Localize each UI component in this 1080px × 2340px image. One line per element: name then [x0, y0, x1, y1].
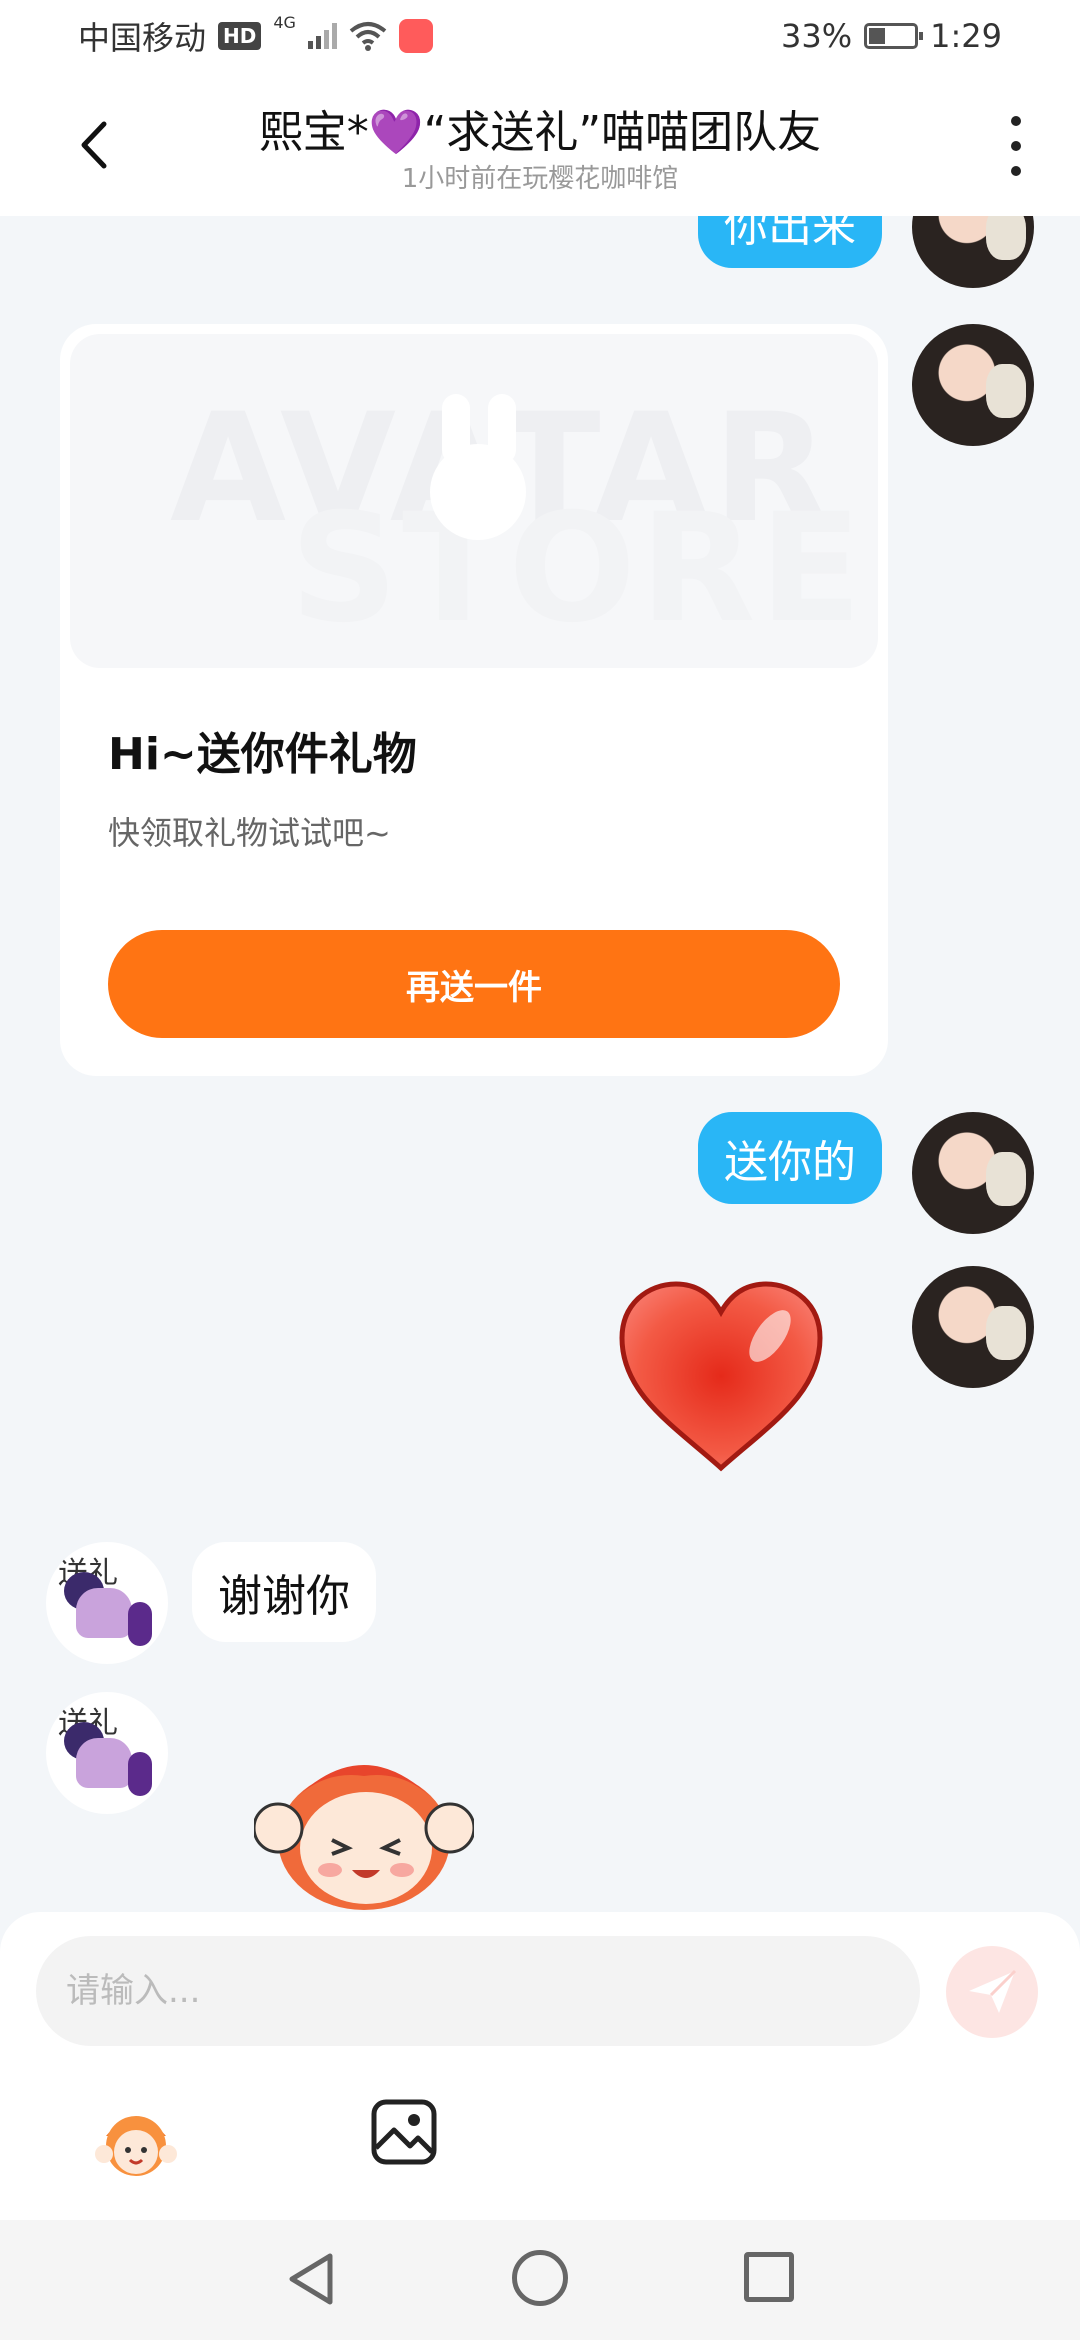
- friend-avatar[interactable]: 送礼: [46, 1542, 168, 1664]
- send-button[interactable]: [946, 1946, 1038, 2038]
- character-face-icon[interactable]: [92, 2096, 180, 2184]
- chat-subtitle: 1小时前在玩樱花咖啡馆: [401, 164, 679, 194]
- status-bar: 中国移动 HD 4G 33% 1:29: [0, 0, 1080, 72]
- battery-icon: [864, 23, 924, 49]
- chevron-left-icon: [81, 121, 107, 169]
- more-options-button[interactable]: [996, 116, 1036, 176]
- image-icon[interactable]: [370, 2098, 438, 2166]
- nav-recent-apps-icon[interactable]: [744, 2252, 794, 2302]
- system-navigation-bar: [0, 2220, 1080, 2340]
- wifi-icon: [349, 22, 387, 51]
- clock: 1:29: [930, 17, 1002, 55]
- my-avatar[interactable]: [912, 1266, 1034, 1388]
- message-input[interactable]: [36, 1936, 920, 2046]
- status-left: 中国移动 HD 4G: [78, 13, 433, 59]
- gift-card[interactable]: AVATAR STORE Hi~送你件礼物 快领取礼物试试吧~ 再送一件: [60, 324, 888, 1076]
- status-right: 33% 1:29: [781, 17, 1002, 55]
- gift-card-description: 快领取礼物试试吧~: [108, 814, 391, 852]
- signal-icon: [307, 23, 337, 49]
- my-avatar[interactable]: [912, 216, 1034, 288]
- red-heart-sticker[interactable]: [614, 1276, 828, 1476]
- paper-plane-icon: [969, 1969, 1017, 2013]
- battery-percent: 33%: [781, 17, 853, 55]
- sent-message-bubble[interactable]: 你出来: [698, 216, 882, 268]
- friend-avatar[interactable]: 送礼: [46, 1692, 168, 1814]
- more-vertical-icon: [1011, 116, 1021, 126]
- gift-card-title: Hi~送你件礼物: [108, 729, 417, 780]
- message-composer: [0, 1912, 1080, 2220]
- nav-home-icon[interactable]: [512, 2250, 568, 2306]
- gift-logo-text: STORE: [290, 482, 866, 656]
- nav-back-icon[interactable]: [284, 2250, 342, 2308]
- my-avatar[interactable]: [912, 324, 1034, 446]
- hd-badge: HD: [218, 22, 262, 50]
- chat-message-list[interactable]: 你出来 AVATAR STORE Hi~送你件礼物 快领取礼物试试吧~ 再送一件…: [0, 216, 1080, 1912]
- sent-message-bubble[interactable]: 送你的: [698, 1112, 882, 1204]
- cheering-kid-sticker[interactable]: [254, 1730, 474, 1912]
- received-message-bubble[interactable]: 谢谢你: [192, 1542, 376, 1642]
- gift-image: AVATAR STORE: [70, 334, 878, 668]
- back-button[interactable]: [64, 110, 124, 180]
- my-avatar[interactable]: [912, 1112, 1034, 1234]
- app-store-icon: [398, 19, 433, 53]
- send-another-gift-button[interactable]: 再送一件: [108, 930, 840, 1038]
- network-type: 4G: [273, 13, 296, 32]
- chat-title: 熙宝*💜“求送礼”喵喵团队友: [258, 107, 822, 158]
- carrier-name: 中国移动: [78, 19, 207, 57]
- chat-header: 熙宝*💜“求送礼”喵喵团队友 1小时前在玩樱花咖啡馆: [0, 72, 1080, 216]
